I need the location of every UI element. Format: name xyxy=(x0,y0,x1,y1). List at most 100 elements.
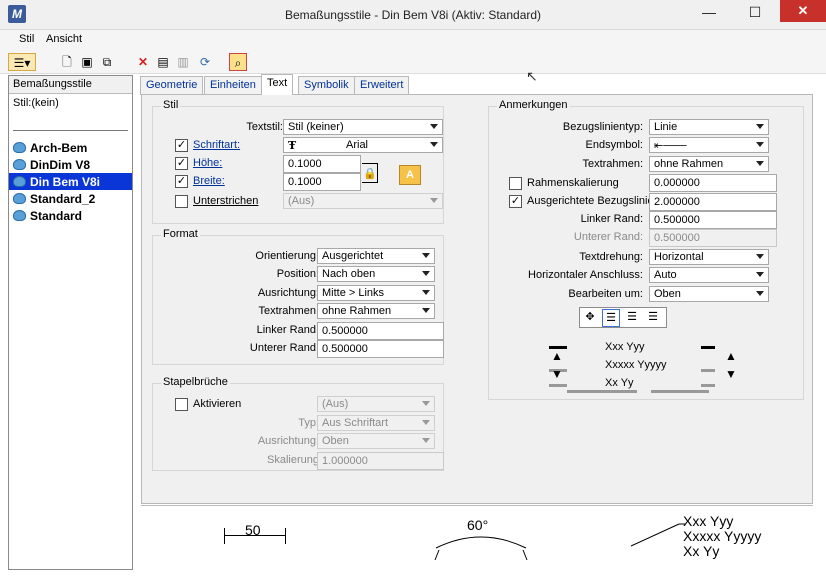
paste-icon[interactable]: ▤ xyxy=(154,53,172,71)
textdrehung-select[interactable]: Horizontal xyxy=(649,249,769,265)
chevron-down-icon xyxy=(430,198,438,203)
style-icon xyxy=(13,142,26,153)
chevron-down-icon xyxy=(422,420,430,425)
aktivieren-checkbox[interactable] xyxy=(175,398,188,411)
compare-icon[interactable]: ⌕ xyxy=(229,53,247,71)
menu-ansicht[interactable]: Ansicht xyxy=(46,33,82,45)
linker-rand-label: Linker Rand: xyxy=(256,324,319,336)
textstil-select[interactable]: Stil (keiner) xyxy=(283,119,443,135)
anm-linker-rand-input[interactable]: 0.500000 xyxy=(649,211,777,229)
right-top-bar xyxy=(701,346,715,349)
textstil-label: Textstil: xyxy=(246,121,283,133)
note-line-1: Xxx Yyy xyxy=(683,513,734,529)
breite-checkbox[interactable]: ✓ xyxy=(175,175,188,188)
chevron-down-icon xyxy=(422,438,430,443)
move-down-left-icon[interactable]: ▼ xyxy=(551,367,563,381)
move-down-right-icon[interactable]: ▼ xyxy=(725,367,737,381)
hoehe-label: Höhe: xyxy=(193,157,223,169)
save-icon[interactable]: ▣ xyxy=(78,53,96,71)
endsymbol-select[interactable]: ⇤─── xyxy=(649,137,769,153)
justify-button-group: ✥ ☰ ☰ ☰ xyxy=(579,307,667,328)
aktivieren-select[interactable]: (Aus) xyxy=(317,396,435,412)
style-item-standard[interactable]: Standard xyxy=(9,207,132,224)
align-left-icon[interactable]: ☰ xyxy=(602,309,620,327)
unterer-rand-input[interactable]: 0.500000 xyxy=(317,340,444,358)
schriftart-label: Schriftart: xyxy=(193,139,241,151)
ausrichtung-select[interactable]: Mitte > Links xyxy=(317,285,435,301)
close-button[interactable]: ✕ xyxy=(780,0,826,22)
orientierung-label: Orientierung: xyxy=(255,250,319,262)
move-up-right-icon[interactable]: ▲ xyxy=(725,349,737,363)
ausgerichtete-checkbox[interactable]: ✓ xyxy=(509,195,522,208)
ausgerichtete-input[interactable]: 2.000000 xyxy=(649,193,777,211)
delete-icon[interactable]: ✕ xyxy=(134,53,152,71)
rahmenskalierung-checkbox[interactable] xyxy=(509,177,522,190)
arrow-left-icon: ⇤─── xyxy=(654,140,687,152)
style-icon xyxy=(13,176,26,187)
angle-value: 60° xyxy=(467,517,489,533)
move-up-left-icon[interactable]: ▲ xyxy=(551,349,563,363)
format-group-title: Format xyxy=(161,228,200,240)
linker-rand-input[interactable]: 0.500000 xyxy=(317,322,444,340)
textrahmen-select[interactable]: ohne Rahmen xyxy=(317,303,435,319)
hoehe-checkbox[interactable]: ✓ xyxy=(175,157,188,170)
text-style-icon[interactable]: A xyxy=(399,165,421,185)
tab-symbolik[interactable]: Symbolik xyxy=(298,76,355,95)
style-item-din-bem-v8i[interactable]: Din Bem V8i xyxy=(9,173,132,190)
bezugslinientyp-label: Bezugslinientyp: xyxy=(562,121,643,133)
baseline-right xyxy=(651,390,709,393)
ausgerichtete-label: Ausgerichtete Bezugslinie xyxy=(527,195,654,207)
skalierung-input[interactable]: 1.000000 xyxy=(317,452,444,470)
rahmenskalierung-label: Rahmenskalierung xyxy=(527,177,619,189)
orientierung-select[interactable]: Ausgerichtet xyxy=(317,248,435,264)
typ-select[interactable]: Aus Schriftart xyxy=(317,415,435,431)
tab-text[interactable]: Text xyxy=(261,74,294,95)
justify-center-vertical-icon[interactable]: ✥ xyxy=(581,309,599,327)
align-right-icon[interactable]: ☰ xyxy=(644,309,662,327)
chevron-down-icon xyxy=(756,161,764,166)
tab-geometrie[interactable]: Geometrie xyxy=(140,76,204,95)
truetype-icon: Ŧ xyxy=(288,139,297,152)
menu-stil[interactable]: Stil xyxy=(19,33,34,45)
rahmenskalierung-input[interactable]: 0.000000 xyxy=(649,174,777,192)
schriftart-select[interactable]: Ŧ Arial xyxy=(283,137,443,153)
aktivieren-label: Aktivieren xyxy=(193,398,242,410)
chevron-down-icon xyxy=(756,254,764,259)
style-item-standard-2[interactable]: Standard_2 xyxy=(9,190,132,207)
position-select[interactable]: Nach oben xyxy=(317,266,435,282)
unterstrichen-checkbox[interactable] xyxy=(175,195,188,208)
sync-icon[interactable]: ⟳ xyxy=(196,53,214,71)
stapel-ausrichtung-select[interactable]: Oben xyxy=(317,433,435,449)
update-icon[interactable]: ▥ xyxy=(174,53,192,71)
bearbeiten-select[interactable]: Oben xyxy=(649,286,769,302)
stapelbrueche-group-title: Stapelbrüche xyxy=(161,376,230,388)
minimize-button[interactable]: — xyxy=(686,1,732,26)
current-style-label: Stil:(kein) xyxy=(13,97,59,109)
maximize-button[interactable]: ☐ xyxy=(732,1,778,26)
bezugslinientyp-select[interactable]: Linie xyxy=(649,119,769,135)
new-icon[interactable]: 🗋 xyxy=(58,53,76,71)
anschluss-label: Horizontaler Anschluss: xyxy=(528,269,643,281)
skalierung-label: Skalierung xyxy=(267,454,319,466)
anschluss-select[interactable]: Auto xyxy=(649,267,769,283)
leader-line-icon xyxy=(630,523,685,547)
copy-icon[interactable]: ⧉ xyxy=(98,53,116,71)
anm-textrahmen-select[interactable]: ohne Rahmen xyxy=(649,156,769,172)
tab-erweitert[interactable]: Erweitert xyxy=(354,76,410,95)
baseline-left xyxy=(567,390,637,393)
unterstrichen-select[interactable]: (Aus) xyxy=(283,193,443,209)
chevron-down-icon xyxy=(756,124,764,129)
hoehe-input[interactable]: 0.1000 xyxy=(283,155,361,173)
align-center-icon[interactable]: ☰ xyxy=(623,309,641,327)
lock-icon[interactable]: 🔒 xyxy=(362,163,378,183)
breite-input[interactable]: 0.1000 xyxy=(283,173,361,191)
breite-label: Breite: xyxy=(193,175,225,187)
schriftart-checkbox[interactable]: ✓ xyxy=(175,139,188,152)
anm-unterer-rand-input[interactable]: 0.500000 xyxy=(649,229,777,247)
style-item-arch-bem[interactable]: Arch-Bem xyxy=(9,139,132,156)
style-item-dindim-v8[interactable]: DinDim V8 xyxy=(9,156,132,173)
sample-line-3: Xx Yy xyxy=(605,377,634,389)
position-label: Position: xyxy=(276,268,319,280)
tab-einheiten[interactable]: Einheiten xyxy=(204,76,262,95)
view-toggle-icon[interactable]: ☰▾ xyxy=(8,53,36,71)
